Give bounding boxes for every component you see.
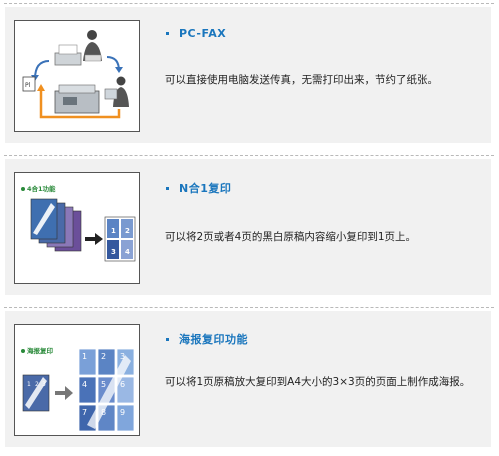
poster-tile-number: 2 — [101, 352, 106, 361]
svg-text:Pl: Pl — [25, 82, 31, 89]
page-number: 3 — [111, 248, 116, 256]
pc-fax-diagram-icon: Pl — [14, 20, 140, 132]
divider — [4, 307, 494, 308]
feature-title-text: PC-FAX — [179, 27, 227, 40]
poster-tile-number: 6 — [120, 380, 125, 389]
bullet-icon — [166, 31, 169, 35]
bullet-icon — [166, 186, 169, 190]
poster-copy-icon: 海报复印 1 2 3 123456789 — [14, 324, 140, 436]
divider — [4, 155, 494, 156]
page-number: 1 — [27, 381, 31, 388]
feature-title: PC-FAX — [166, 27, 226, 40]
poster-tile-number: 1 — [82, 352, 87, 361]
poster-tile-number: 4 — [82, 380, 87, 389]
page-number: 2 — [35, 381, 39, 388]
page-number: 1 — [111, 227, 116, 235]
feature-title-text: N合1复印 — [179, 182, 232, 195]
page-number: 3 — [42, 381, 46, 388]
page: { "features": [ { "title": "PC-FAX", "de… — [0, 0, 499, 456]
feature-title: 海报复印功能 — [166, 331, 248, 347]
feature-title-text: 海报复印功能 — [179, 333, 248, 346]
divider — [4, 3, 494, 4]
poster-tile-number: 7 — [82, 408, 87, 417]
bullet-icon — [166, 337, 169, 341]
n-in-1-copy-icon: 4合1功能 1 2 3 4 — [14, 172, 140, 284]
poster-tile-number: 5 — [101, 380, 106, 389]
feature-description: 可以将1页原稿放大复印到A4大小的3×3页的页面上制作成海报。 — [165, 376, 471, 388]
feature-description: 可以将2页或者4页的黑白原稿内容缩小复印到1页上。 — [165, 231, 417, 243]
page-number: 4 — [125, 248, 130, 256]
feature-description: 可以直接使用电脑发送传真，无需打印出来，节约了纸张。 — [165, 74, 438, 86]
poster-tile-number: 9 — [120, 408, 125, 417]
page-number: 2 — [125, 227, 130, 235]
feature-title: N合1复印 — [166, 180, 231, 196]
